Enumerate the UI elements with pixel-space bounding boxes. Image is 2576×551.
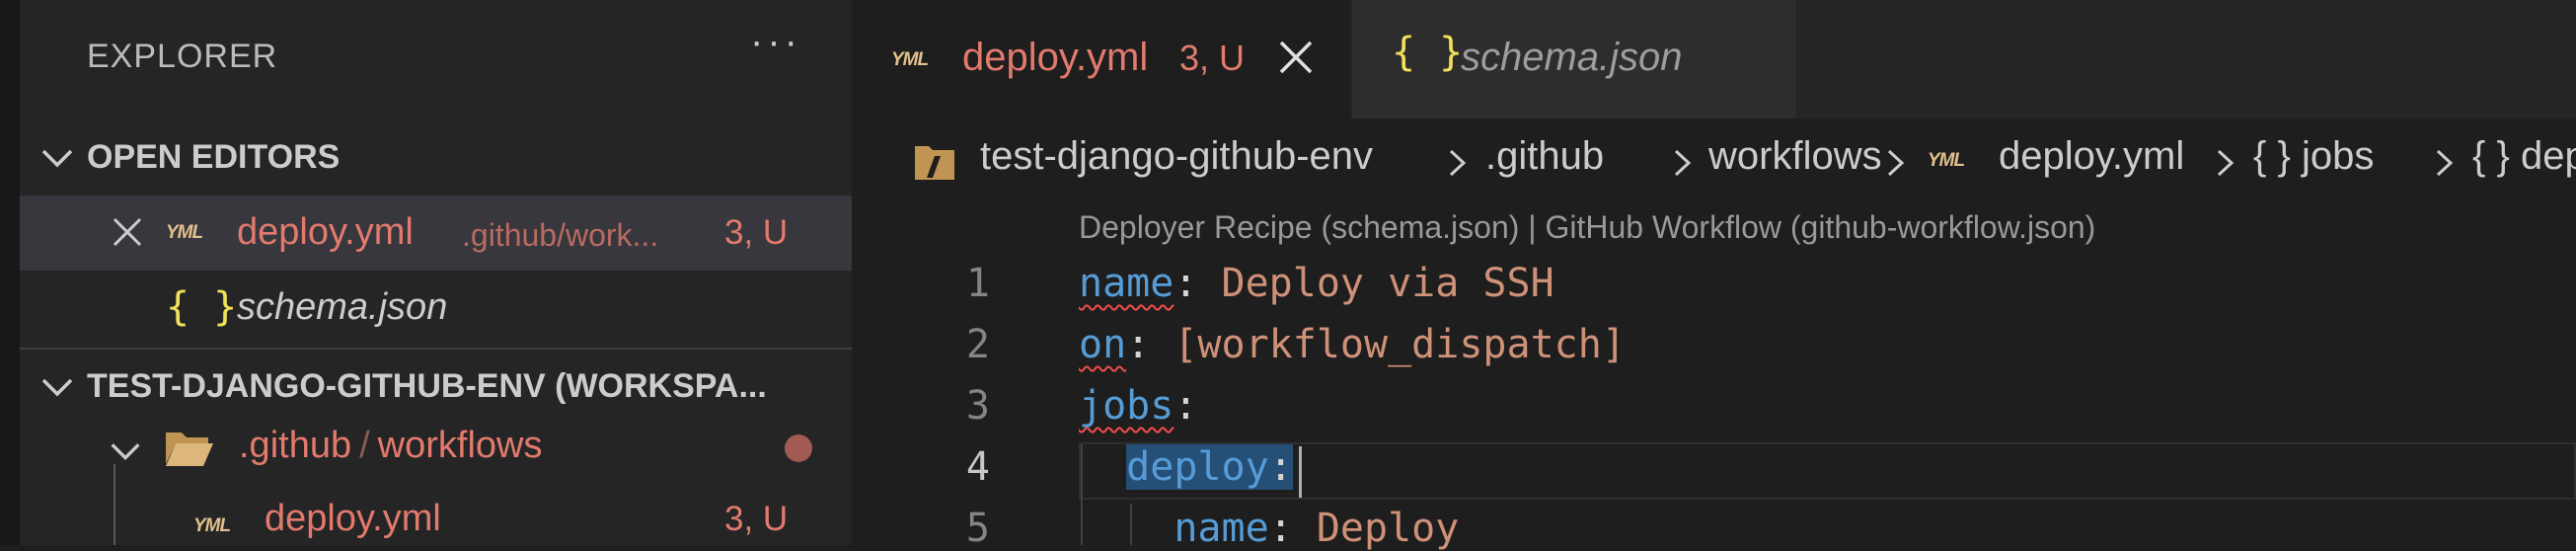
yml-file-icon: YML: [891, 49, 929, 70]
tab-status-badge: 3, U: [1179, 38, 1246, 78]
folder-open-icon: [166, 433, 213, 466]
codelens-schema-info[interactable]: Deployer Recipe (schema.json) | GitHub W…: [1079, 209, 2095, 246]
workspace-folder-icon: [915, 146, 954, 180]
line-number-current: 4: [965, 444, 990, 490]
chevron-down-icon: [111, 443, 140, 461]
breadcrumb-workflows[interactable]: workflows: [1708, 134, 1882, 179]
open-editor-filename: schema.json: [237, 286, 448, 328]
open-editor-filename: deploy.yml: [237, 211, 414, 253]
breadcrumb-jobs[interactable]: { } jobs: [2253, 134, 2374, 179]
chevron-right-icon: [2217, 149, 2235, 177]
breadcrumb-workspace[interactable]: test-django-github-env: [980, 134, 1373, 179]
line-number: 1: [965, 261, 990, 306]
code-line-3[interactable]: jobs:: [1079, 383, 1197, 429]
file-item-deploy[interactable]: YML deploy.yml 3, U: [20, 486, 852, 545]
chevron-right-icon: [1887, 149, 1905, 177]
breadcrumb-github[interactable]: .github: [1485, 134, 1604, 179]
code-line-4[interactable]: deploy:: [1079, 444, 1293, 490]
open-editor-item-schema[interactable]: { } schema.json: [20, 271, 852, 346]
activity-bar-edge: [0, 0, 20, 545]
chevron-right-icon: [2436, 149, 2454, 177]
close-icon[interactable]: [1276, 38, 1316, 77]
code-line-1[interactable]: name: Deploy via SSH: [1079, 261, 1554, 306]
breadcrumb-file[interactable]: deploy.yml: [1999, 134, 2184, 179]
yml-file-icon: YML: [1928, 150, 1965, 171]
chevron-down-icon: [41, 149, 73, 168]
tab-label: schema.json: [1461, 36, 1683, 79]
open-editor-path: .github/work...: [462, 217, 659, 253]
chevron-down-icon: [41, 378, 73, 397]
editor-area: YML deploy.yml 3, U { } schema.json test…: [852, 0, 2576, 551]
yml-file-icon: YML: [166, 222, 203, 243]
file-name: deploy.yml: [265, 498, 441, 539]
tab-label: deploy.yml: [962, 36, 1149, 79]
tab-deploy-yml[interactable]: YML deploy.yml 3, U: [852, 0, 1350, 118]
workspace-label: TEST-DJANGO-GITHUB-ENV (WORKSPA...: [87, 367, 767, 405]
open-editor-item-deploy[interactable]: YML deploy.yml .github/work... 3, U: [20, 196, 852, 271]
current-line-highlight: [1079, 442, 2576, 500]
breadcrumb-deploy[interactable]: { } dep: [2472, 134, 2576, 179]
chevron-right-icon: [1674, 149, 1692, 177]
folder-github-workflows[interactable]: .github / workflows: [20, 413, 852, 484]
modified-indicator-dot: [785, 434, 812, 462]
more-actions-icon[interactable]: ···: [750, 20, 801, 64]
explorer-title: EXPLORER: [87, 38, 278, 75]
open-editors-section[interactable]: OPEN EDITORS: [20, 120, 852, 196]
code-line-2[interactable]: on: [workflow_dispatch]: [1079, 322, 1626, 367]
line-number: 3: [965, 383, 990, 429]
yml-file-icon: YML: [193, 515, 231, 536]
folder-name: .github / workflows: [239, 425, 543, 466]
tab-schema-json[interactable]: { } schema.json: [1352, 0, 1796, 118]
chevron-right-icon: [1449, 149, 1467, 177]
file-status-badge: 3, U: [724, 213, 789, 252]
explorer-header: EXPLORER ···: [20, 0, 852, 118]
explorer-sidebar: EXPLORER ··· OPEN EDITORS YML deploy.yml…: [20, 0, 852, 545]
json-file-icon: { }: [166, 284, 238, 330]
breadcrumb: test-django-github-env .github workflows…: [852, 118, 2576, 199]
text-cursor: [1299, 446, 1302, 498]
json-file-icon: { }: [1392, 30, 1464, 75]
line-number: 2: [965, 322, 990, 367]
open-editors-label: OPEN EDITORS: [87, 138, 341, 176]
file-status-badge: 3, U: [724, 500, 789, 538]
code-line-5[interactable]: name: Deploy: [1079, 506, 1459, 551]
close-icon[interactable]: [111, 215, 144, 249]
line-number: 5: [965, 506, 990, 551]
tab-bar: YML deploy.yml 3, U { } schema.json: [852, 0, 2576, 118]
